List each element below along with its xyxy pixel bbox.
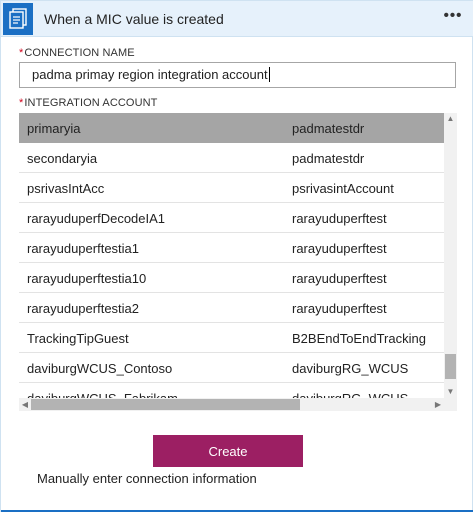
account-name-cell: rarayuduperftestia10	[27, 271, 147, 286]
resource-group-cell: psrivasintAccount	[292, 181, 394, 196]
table-row[interactable]: rarayuduperfDecodeIA1 rarayuduperftest	[19, 203, 444, 233]
table-row[interactable]: rarayuduperftestia2 rarayuduperftest	[19, 293, 444, 323]
vertical-scrollbar[interactable]: ▲ ▼	[444, 113, 457, 398]
table-row[interactable]: daviburgWCUS_Fabrikam daviburgRG_WCUS	[19, 383, 444, 398]
trigger-title: When a MIC value is created	[44, 11, 224, 27]
resource-group-cell: padmatestdr	[292, 151, 365, 166]
account-name-cell: rarayuduperftestia2	[27, 301, 140, 316]
required-marker: *	[19, 97, 24, 109]
resource-group-cell: daviburgRG_WCUS	[292, 361, 409, 376]
document-list-icon	[3, 3, 33, 35]
scroll-up-icon[interactable]: ▲	[444, 113, 457, 125]
account-name-cell: daviburgWCUS_Fabrikam	[27, 391, 178, 398]
table-row[interactable]: daviburgWCUS_Contoso daviburgRG_WCUS	[19, 353, 444, 383]
resource-group-cell: rarayuduperftest	[292, 271, 387, 286]
account-name-cell: daviburgWCUS_Contoso	[27, 361, 173, 376]
resource-group-cell: B2BEndToEndTracking	[292, 331, 426, 346]
text-caret	[268, 67, 270, 82]
more-icon[interactable]: •••	[440, 7, 466, 29]
required-marker: *	[19, 47, 24, 59]
account-name-cell: TrackingTipGuest	[27, 331, 129, 346]
trigger-header[interactable]: When a MIC value is created •••	[1, 1, 473, 37]
connection-name-label-text: CONNECTION NAME	[24, 47, 135, 59]
resource-group-cell: rarayuduperftest	[292, 241, 387, 256]
connection-name-input[interactable]: padma primay region integration account	[19, 62, 456, 88]
vertical-scroll-thumb[interactable]	[445, 354, 456, 379]
account-name-cell: rarayuduperfDecodeIA1	[27, 211, 166, 226]
account-name-cell: primaryia	[27, 121, 81, 136]
scrollbar-corner	[444, 398, 457, 411]
manual-connection-link[interactable]: Manually enter connection information	[37, 471, 257, 486]
resource-group-cell: padmatestdr	[292, 121, 365, 136]
resource-group-cell: daviburgRG_WCUS	[292, 391, 408, 398]
integration-account-label-text: INTEGRATION ACCOUNT	[24, 97, 158, 109]
table-row[interactable]: rarayuduperftestia10 rarayuduperftest	[19, 263, 444, 293]
integration-account-table: primaryia padmatestdr secondaryia padmatest…	[19, 113, 444, 398]
integration-account-label: *INTEGRATION ACCOUNT	[19, 97, 157, 109]
resource-group-cell: rarayuduperftest	[292, 211, 387, 226]
account-name-cell: psrivasIntAcc	[27, 181, 105, 196]
scroll-right-icon[interactable]: ▶	[432, 398, 444, 411]
connection-name-label: *CONNECTION NAME	[19, 47, 135, 59]
table-row[interactable]: psrivasIntAcc psrivasintAccount	[19, 173, 444, 203]
connection-name-value: padma primay region integration account	[32, 67, 268, 82]
table-row[interactable]: TrackingTipGuest B2BEndToEndTracking	[19, 323, 444, 353]
table-row[interactable]: rarayuduperftestia1 rarayuduperftest	[19, 233, 444, 263]
horizontal-scroll-thumb[interactable]	[31, 399, 300, 410]
table-row[interactable]: secondaryia padmatestdr	[19, 143, 444, 173]
integration-account-list: primaryia padmatestdr secondaryia padmatest…	[19, 113, 457, 411]
create-button[interactable]: Create	[153, 435, 303, 467]
account-name-cell: secondaryia	[27, 151, 98, 166]
horizontal-scrollbar[interactable]: ◀ ▶	[19, 398, 444, 411]
scroll-left-icon[interactable]: ◀	[19, 398, 31, 411]
resource-group-cell: rarayuduperftest	[292, 301, 387, 316]
scroll-down-icon[interactable]: ▼	[444, 386, 457, 398]
account-name-cell: rarayuduperftestia1	[27, 241, 140, 256]
connection-card: When a MIC value is created ••• *CONNECT…	[0, 0, 473, 512]
table-row[interactable]: primaryia padmatestdr	[19, 113, 444, 143]
